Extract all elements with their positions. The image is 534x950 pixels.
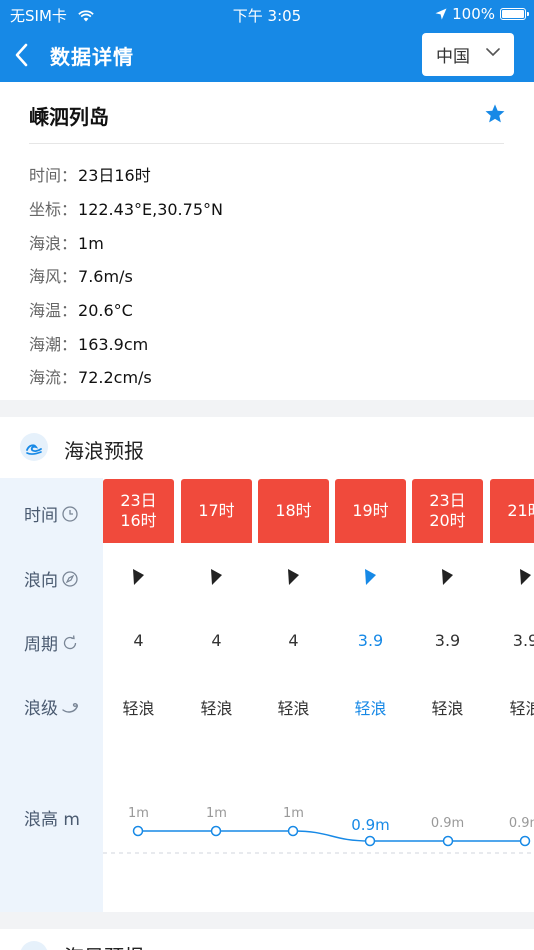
detail-label: 时间： xyxy=(29,166,78,185)
level-value: 轻浪 xyxy=(431,699,464,718)
back-arrow-icon[interactable] xyxy=(10,40,36,70)
wind-icon xyxy=(20,941,48,950)
detail-row-time: 时间：23日16时 xyxy=(29,162,151,186)
detail-value: 163.9cm xyxy=(78,335,149,354)
row-label-level: 浪级 xyxy=(24,694,81,719)
detail-value: 7.6m/s xyxy=(78,267,133,286)
time-cell[interactable]: 17时 xyxy=(181,479,252,543)
wave-forecast-card: 海浪预报 时间 浪向 周期 浪级 浪高 m 23日 16时 4 轻浪 1m 17时… xyxy=(0,417,534,912)
time-hour: 18时 xyxy=(275,501,312,520)
row-label-text: 浪高 m xyxy=(24,810,80,830)
wave-direction-arrow-icon xyxy=(133,569,144,585)
row-label-text: 浪向 xyxy=(24,571,58,591)
time-cell[interactable]: 23日 16时 xyxy=(103,479,174,543)
time-hour: 16时 xyxy=(120,511,157,530)
time-cell[interactable]: 19时 xyxy=(335,479,406,543)
detail-row-wave: 海浪：1m xyxy=(29,230,104,254)
battery-percent: 100% xyxy=(452,5,495,23)
detail-label: 坐标： xyxy=(29,200,78,219)
page-title: 数据详情 xyxy=(50,45,134,69)
row-label-direction: 浪向 xyxy=(24,566,79,591)
time-hour: 17时 xyxy=(198,501,235,520)
detail-value: 23日16时 xyxy=(78,166,151,185)
time-cell[interactable]: 21时 xyxy=(490,479,534,543)
wave-height-point xyxy=(442,835,454,847)
time-day: 23日 xyxy=(429,491,466,510)
time-hour: 20时 xyxy=(429,511,466,530)
level-value: 轻浪 xyxy=(122,699,155,718)
detail-label: 海温： xyxy=(29,301,78,320)
detail-row-sea-temp: 海温：20.6°C xyxy=(29,297,133,321)
row-label-height: 浪高 m xyxy=(24,805,80,830)
divider xyxy=(29,143,504,144)
nav-bar: 数据详情 中国 xyxy=(0,28,534,82)
wave-direction-arrow-icon xyxy=(442,569,453,585)
level-value: 轻浪 xyxy=(277,699,310,718)
wind-forecast-card: 海风预报 xyxy=(0,929,534,950)
time-cell[interactable]: 18时 xyxy=(258,479,329,543)
row-label-period: 周期 xyxy=(24,630,79,655)
region-value: 中国 xyxy=(436,47,470,67)
time-hour: 21时 xyxy=(507,501,534,520)
detail-value: 72.2cm/s xyxy=(78,368,152,387)
detail-row-coordinates: 坐标：122.43°E,30.75°N xyxy=(29,196,223,220)
wave-height-point xyxy=(364,835,376,847)
section-title: 海浪预报 xyxy=(64,439,144,463)
detail-row-tide: 海潮：163.9cm xyxy=(29,331,148,355)
status-right: 100% xyxy=(435,5,529,23)
detail-label: 海浪： xyxy=(29,234,78,253)
period-value: 4 xyxy=(211,631,222,650)
wave-height-series-line xyxy=(138,830,525,842)
wave-height-point xyxy=(287,825,299,837)
time-cell[interactable]: 23日 20时 xyxy=(412,479,483,543)
wave-height-point xyxy=(519,835,531,847)
row-label-text: 时间 xyxy=(24,506,58,526)
detail-row-wind: 海风：7.6m/s xyxy=(29,263,133,287)
station-detail-card: 嵊泗列岛 时间：23日16时 坐标：122.43°E,30.75°N 海浪：1m… xyxy=(0,82,534,400)
clock-icon xyxy=(62,505,78,522)
detail-value: 1m xyxy=(78,234,104,253)
location-arrow-icon xyxy=(435,8,447,20)
favorite-star-icon[interactable] xyxy=(484,103,506,125)
level-value: 轻浪 xyxy=(354,699,387,718)
period-value: 4 xyxy=(133,631,144,650)
period-value: 3.9 xyxy=(357,631,384,650)
wave-height-point xyxy=(132,825,144,837)
period-value: 4 xyxy=(288,631,299,650)
refresh-cycle-icon xyxy=(63,634,77,649)
time-hour: 19时 xyxy=(352,501,389,520)
wave-curl-icon xyxy=(62,702,78,713)
wave-height-point xyxy=(210,825,222,837)
detail-value: 122.43°E,30.75°N xyxy=(78,200,223,219)
detail-value: 20.6°C xyxy=(78,301,133,320)
time-day: 23日 xyxy=(120,491,157,510)
period-value: 3.9 xyxy=(512,631,534,650)
chevron-down-icon xyxy=(486,48,500,57)
period-value: 3.9 xyxy=(434,631,461,650)
detail-row-current: 海流：72.2cm/s xyxy=(29,364,152,388)
wave-icon xyxy=(20,433,48,461)
level-value: 轻浪 xyxy=(509,699,534,718)
station-name: 嵊泗列岛 xyxy=(29,105,109,129)
status-bar: 无SIM卡 下午 3:05 100% xyxy=(0,0,534,28)
wave-height-line-chart xyxy=(103,825,534,854)
battery-icon xyxy=(500,8,529,20)
compass-icon xyxy=(62,570,78,587)
wave-direction-arrow-icon xyxy=(365,569,376,585)
level-value: 轻浪 xyxy=(200,699,233,718)
detail-label: 海风： xyxy=(29,267,78,286)
row-label-time: 时间 xyxy=(24,501,79,526)
region-select[interactable]: 中国 xyxy=(422,33,514,76)
detail-label: 海流： xyxy=(29,368,78,387)
section-title: 海风预报 xyxy=(64,941,144,950)
row-label-text: 浪级 xyxy=(24,699,58,719)
wave-direction-arrow-icon xyxy=(211,569,222,585)
wave-direction-arrow-icon xyxy=(288,569,299,585)
row-label-text: 周期 xyxy=(24,635,58,655)
wave-direction-arrow-icon xyxy=(520,569,531,585)
detail-label: 海潮： xyxy=(29,335,78,354)
